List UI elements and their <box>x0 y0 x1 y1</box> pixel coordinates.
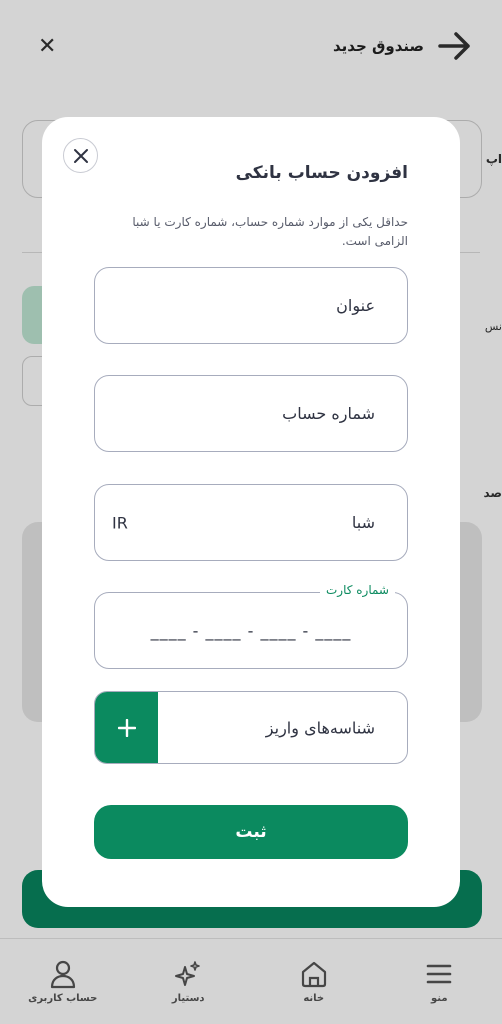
submit-button[interactable]: ثبت <box>94 805 408 859</box>
sheba-field[interactable]: شبا IR <box>94 484 408 561</box>
card-number-field[interactable]: شماره کارت ____ - ____ - ____ - ____ <box>94 583 408 669</box>
title-field-label: عنوان <box>336 296 375 315</box>
account-number-label: شماره حساب <box>282 404 375 423</box>
close-icon <box>73 148 88 163</box>
card-number-label: شماره کارت <box>319 583 395 597</box>
title-field[interactable]: عنوان <box>94 267 408 344</box>
add-bank-account-modal: افزودن حساب بانکی حداقل یکی از موارد شما… <box>42 117 460 907</box>
add-deposit-id-button[interactable] <box>95 692 158 763</box>
plus-icon <box>117 718 136 737</box>
modal-description: حداقل یکی از موارد شماره حساب، شماره کار… <box>132 215 408 248</box>
deposit-ids-row: شناسه‌های واریز <box>94 691 408 764</box>
account-number-field[interactable]: شماره حساب <box>94 375 408 452</box>
sheba-label: شبا <box>351 513 375 532</box>
close-button[interactable] <box>63 138 98 173</box>
card-number-mask: ____ - ____ - ____ - ____ <box>150 621 352 640</box>
sheba-prefix: IR <box>112 513 128 532</box>
deposit-ids-label: شناسه‌های واریز <box>265 718 375 737</box>
modal-title: افزودن حساب بانکی <box>235 163 408 183</box>
